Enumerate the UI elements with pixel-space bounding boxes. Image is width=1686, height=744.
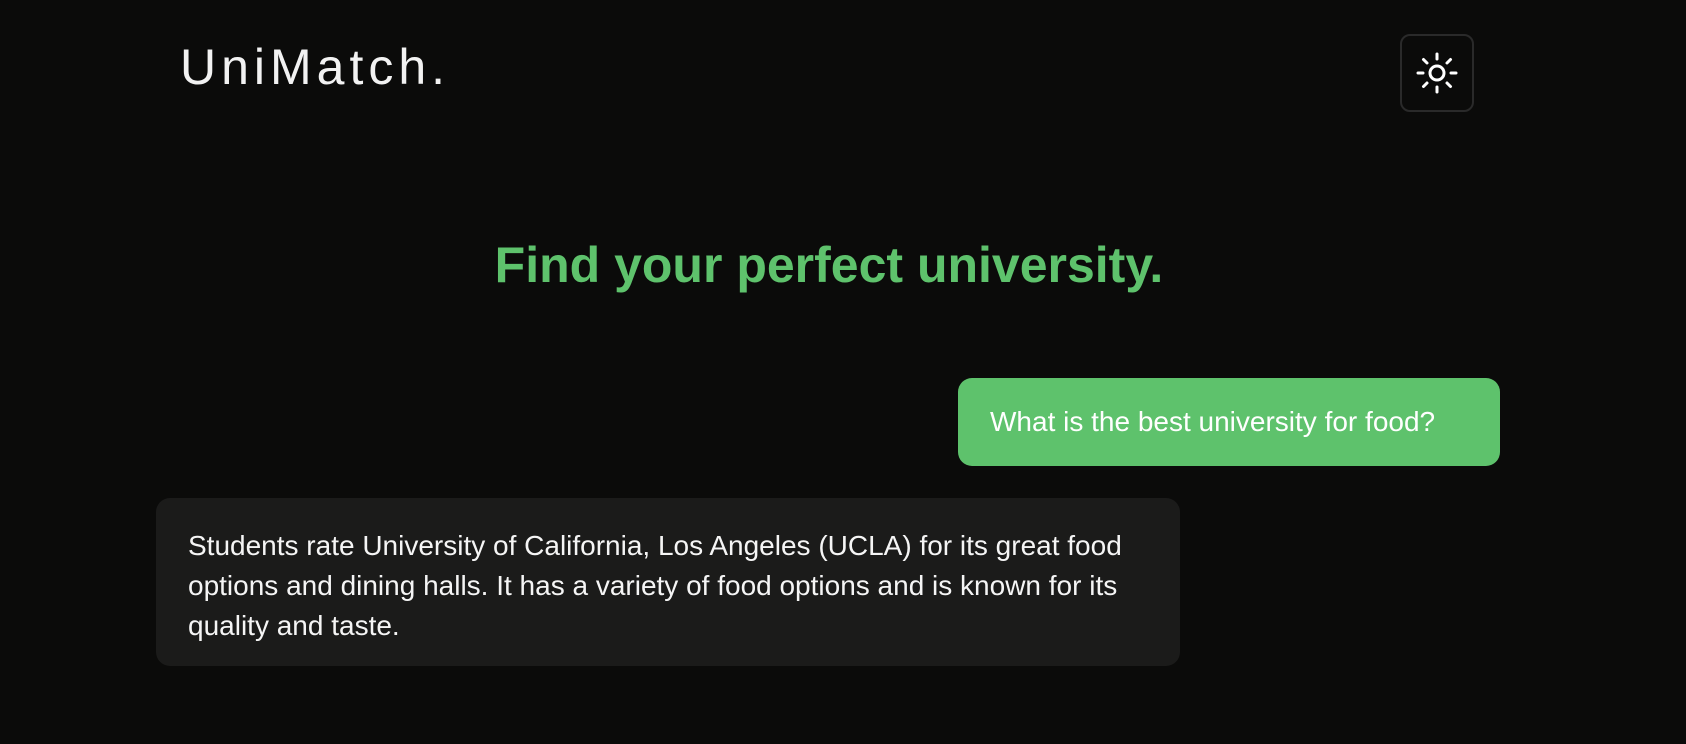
assistant-message: Students rate University of California, …: [156, 498, 1180, 666]
sun-icon: [1415, 51, 1459, 95]
page: UniMatch. Find your perfect university. …: [0, 0, 1686, 744]
theme-toggle-button[interactable]: [1400, 34, 1474, 112]
user-message: What is the best university for food?: [958, 378, 1500, 466]
page-headline: Find your perfect university.: [494, 237, 1164, 293]
logo[interactable]: UniMatch.: [180, 42, 450, 92]
